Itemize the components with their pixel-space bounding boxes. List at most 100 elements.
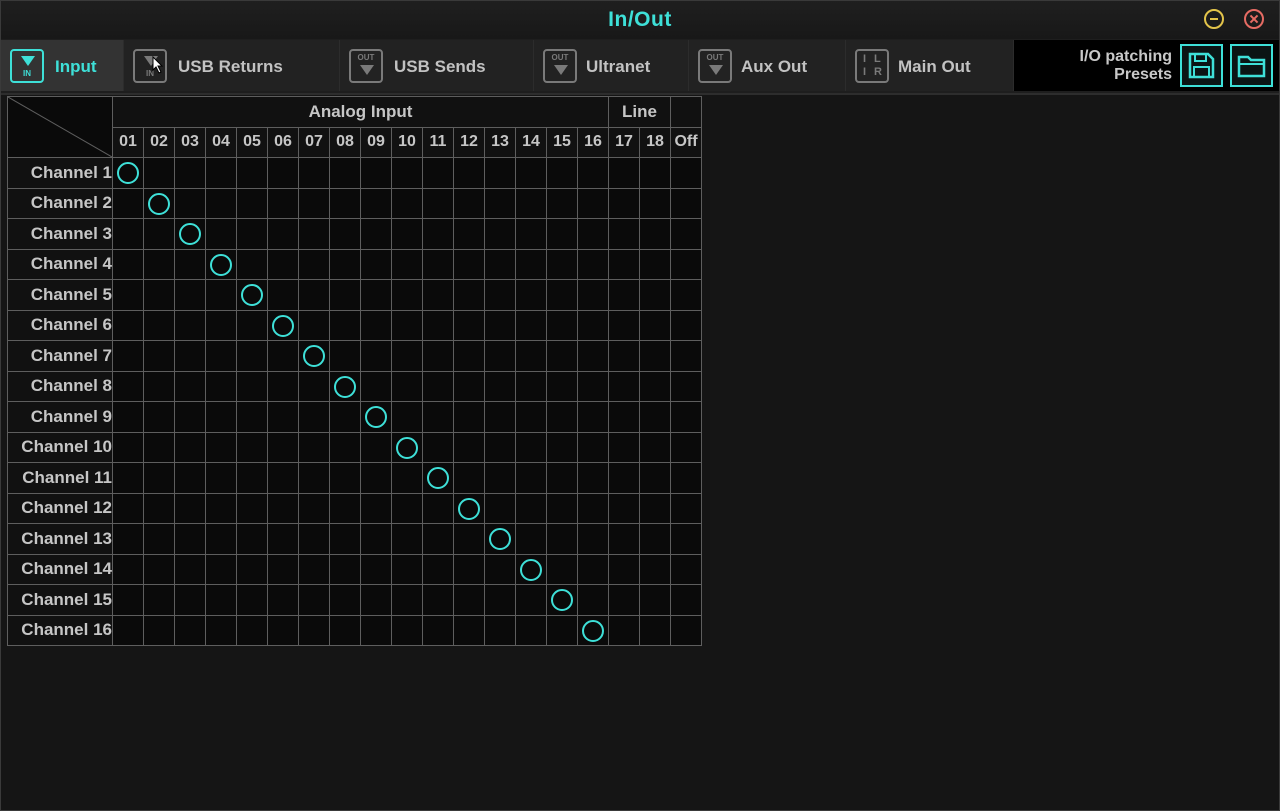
patch-cell[interactable]: [422, 584, 454, 616]
patch-cell[interactable]: [174, 523, 206, 555]
patch-cell[interactable]: [577, 157, 609, 189]
patch-cell[interactable]: [453, 523, 485, 555]
patch-cell[interactable]: [577, 248, 609, 280]
patch-cell[interactable]: [670, 340, 702, 372]
patch-cell[interactable]: [391, 523, 423, 555]
patch-cell[interactable]: [639, 218, 671, 250]
patch-cell[interactable]: [422, 431, 454, 463]
patch-cell[interactable]: [608, 370, 640, 402]
patch-cell[interactable]: [360, 309, 392, 341]
patch-cell[interactable]: [639, 401, 671, 433]
patch-cell[interactable]: [360, 523, 392, 555]
patch-cell[interactable]: [639, 309, 671, 341]
patch-cell[interactable]: [143, 401, 175, 433]
patch-cell[interactable]: [329, 492, 361, 524]
patch-cell[interactable]: [298, 248, 330, 280]
patch-cell[interactable]: [143, 492, 175, 524]
patch-cell[interactable]: [329, 553, 361, 585]
patch-cell[interactable]: [236, 492, 268, 524]
patch-cell[interactable]: [112, 187, 144, 219]
patch-cell[interactable]: [422, 279, 454, 311]
patch-cell[interactable]: [329, 157, 361, 189]
patch-cell[interactable]: [174, 462, 206, 494]
patch-cell[interactable]: [546, 584, 578, 616]
patch-cell[interactable]: [546, 553, 578, 585]
patch-cell[interactable]: [143, 279, 175, 311]
patch-cell[interactable]: [484, 401, 516, 433]
patch-cell[interactable]: [608, 248, 640, 280]
patch-cell[interactable]: [577, 431, 609, 463]
patch-cell[interactable]: [453, 431, 485, 463]
patch-cell[interactable]: [484, 431, 516, 463]
patch-cell[interactable]: [236, 401, 268, 433]
patch-cell[interactable]: [546, 370, 578, 402]
patch-cell[interactable]: [205, 279, 237, 311]
patch-cell[interactable]: [143, 523, 175, 555]
patch-cell[interactable]: [143, 553, 175, 585]
patch-cell[interactable]: [484, 248, 516, 280]
patch-cell[interactable]: [670, 492, 702, 524]
patch-cell[interactable]: [453, 309, 485, 341]
patch-cell[interactable]: [515, 553, 547, 585]
patch-cell[interactable]: [546, 279, 578, 311]
patch-cell[interactable]: [267, 462, 299, 494]
patch-cell[interactable]: [670, 553, 702, 585]
patch-cell[interactable]: [546, 462, 578, 494]
patch-cell[interactable]: [143, 370, 175, 402]
patch-cell[interactable]: [670, 523, 702, 555]
patch-cell[interactable]: [236, 187, 268, 219]
patch-cell[interactable]: [360, 584, 392, 616]
patch-cell[interactable]: [298, 614, 330, 646]
patch-cell[interactable]: [143, 187, 175, 219]
patch-cell[interactable]: [205, 431, 237, 463]
patch-cell[interactable]: [298, 401, 330, 433]
patch-cell[interactable]: [515, 431, 547, 463]
patch-cell[interactable]: [515, 614, 547, 646]
patch-cell[interactable]: [298, 431, 330, 463]
patch-cell[interactable]: [670, 218, 702, 250]
patch-cell[interactable]: [608, 401, 640, 433]
patch-cell[interactable]: [112, 401, 144, 433]
patch-cell[interactable]: [577, 340, 609, 372]
patch-cell[interactable]: [670, 614, 702, 646]
patch-cell[interactable]: [484, 279, 516, 311]
patch-cell[interactable]: [453, 157, 485, 189]
patch-cell[interactable]: [360, 492, 392, 524]
patch-cell[interactable]: [267, 614, 299, 646]
tab-ultranet[interactable]: OUT Ultranet: [534, 40, 689, 91]
patch-cell[interactable]: [143, 431, 175, 463]
patch-cell[interactable]: [515, 187, 547, 219]
patch-cell[interactable]: [484, 370, 516, 402]
patch-cell[interactable]: [453, 340, 485, 372]
patch-cell[interactable]: [205, 248, 237, 280]
patch-cell[interactable]: [577, 309, 609, 341]
patch-cell[interactable]: [484, 553, 516, 585]
patch-cell[interactable]: [174, 340, 206, 372]
patch-cell[interactable]: [391, 187, 423, 219]
patch-cell[interactable]: [484, 157, 516, 189]
patch-cell[interactable]: [236, 462, 268, 494]
patch-cell[interactable]: [267, 401, 299, 433]
patch-cell[interactable]: [608, 431, 640, 463]
patch-cell[interactable]: [515, 218, 547, 250]
patch-cell[interactable]: [112, 218, 144, 250]
patch-cell[interactable]: [546, 157, 578, 189]
patch-cell[interactable]: [453, 279, 485, 311]
patch-cell[interactable]: [670, 248, 702, 280]
patch-cell[interactable]: [453, 553, 485, 585]
patch-cell[interactable]: [236, 309, 268, 341]
patch-cell[interactable]: [360, 462, 392, 494]
patch-cell[interactable]: [174, 431, 206, 463]
patch-cell[interactable]: [329, 340, 361, 372]
patch-cell[interactable]: [391, 553, 423, 585]
patch-cell[interactable]: [391, 218, 423, 250]
patch-cell[interactable]: [577, 401, 609, 433]
patch-cell[interactable]: [360, 614, 392, 646]
patch-cell[interactable]: [174, 553, 206, 585]
patch-cell[interactable]: [174, 492, 206, 524]
load-preset-button[interactable]: [1230, 44, 1273, 87]
patch-cell[interactable]: [608, 309, 640, 341]
patch-cell[interactable]: [391, 370, 423, 402]
patch-cell[interactable]: [546, 431, 578, 463]
patch-cell[interactable]: [174, 248, 206, 280]
